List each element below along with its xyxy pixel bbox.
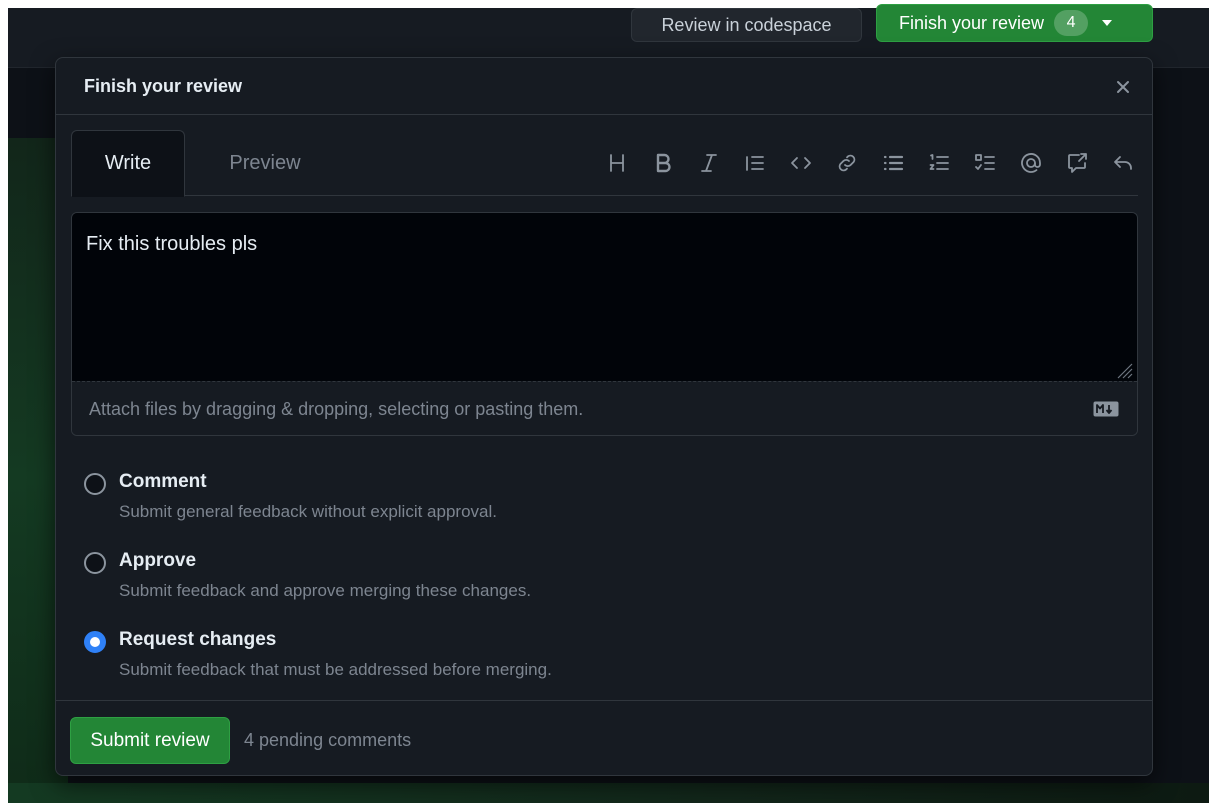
quote-icon[interactable]	[740, 148, 770, 178]
tab-write[interactable]: Write	[71, 130, 185, 197]
italic-icon[interactable]	[694, 148, 724, 178]
bold-icon[interactable]	[648, 148, 678, 178]
dialog-header: Finish your review	[56, 58, 1152, 115]
option-comment[interactable]: Comment Submit general feedback without …	[84, 466, 1124, 545]
unordered-list-icon[interactable]	[878, 148, 908, 178]
radio-approve[interactable]	[84, 552, 106, 574]
option-label: Request changes	[119, 629, 277, 650]
markdown-toolbar	[586, 146, 1138, 180]
pending-comments-text: 4 pending comments	[244, 730, 412, 750]
comment-editor: Fix this troubles pls Attach files by dr…	[71, 212, 1138, 436]
dialog-footer: Submit review 4 pending comments	[56, 700, 1152, 777]
cross-reference-icon[interactable]	[1062, 148, 1092, 178]
submit-review-button[interactable]: Submit review	[70, 717, 230, 764]
dialog-title: Finish your review	[84, 75, 243, 96]
finish-review-label: Finish your review	[899, 12, 1045, 33]
comment-textarea[interactable]: Fix this troubles pls	[72, 213, 1137, 381]
heading-icon[interactable]	[602, 148, 632, 178]
link-icon[interactable]	[832, 148, 862, 178]
close-icon[interactable]	[1112, 76, 1134, 98]
option-label: Approve	[119, 550, 197, 571]
option-label: Comment	[119, 471, 207, 492]
option-approve[interactable]: Approve Submit feedback and approve merg…	[84, 545, 1124, 624]
pending-count-badge: 4	[1054, 10, 1089, 36]
task-list-icon[interactable]	[970, 148, 1000, 178]
attach-files-hint: Attach files by dragging & dropping, sel…	[89, 399, 584, 419]
finish-review-dialog: Finish your review Write Preview Fix thi…	[55, 57, 1153, 776]
mention-icon[interactable]	[1016, 148, 1046, 178]
option-request-changes[interactable]: Request changes Submit feedback that mus…	[84, 624, 1124, 703]
markdown-icon[interactable]	[1093, 401, 1119, 417]
tab-preview[interactable]: Preview	[205, 130, 325, 196]
code-icon[interactable]	[786, 148, 816, 178]
option-description: Submit general feedback without explicit…	[119, 502, 497, 521]
option-description: Submit feedback that must be addressed b…	[119, 660, 552, 679]
resize-handle-icon[interactable]	[1113, 359, 1133, 379]
caret-down-icon	[1102, 20, 1113, 26]
review-type-options: Comment Submit general feedback without …	[84, 466, 1124, 703]
review-in-codespace-button[interactable]: Review in codespace	[631, 8, 862, 42]
option-description: Submit feedback and approve merging thes…	[119, 581, 532, 600]
ordered-list-icon[interactable]	[924, 148, 954, 178]
finish-review-button[interactable]: Finish your review 4	[876, 4, 1153, 42]
diff-highlight-bottom	[8, 783, 1209, 803]
reply-icon[interactable]	[1108, 148, 1138, 178]
radio-request-changes[interactable]	[84, 631, 106, 653]
radio-comment[interactable]	[84, 473, 106, 495]
attach-files-bar[interactable]: Attach files by dragging & dropping, sel…	[72, 381, 1137, 435]
editor-tabs: Write Preview	[71, 130, 1138, 197]
